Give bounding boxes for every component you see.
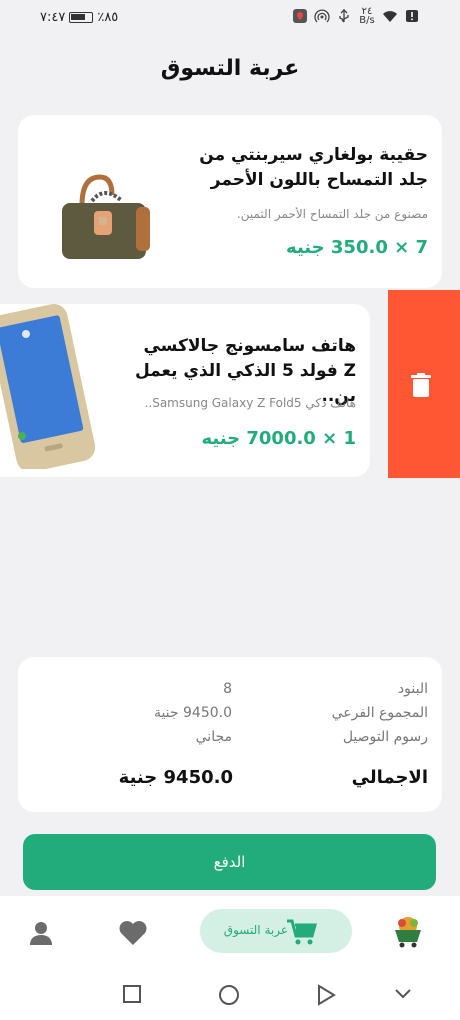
nav-cart-tab[interactable]: عربة التسوق (200, 909, 352, 953)
alert-icon (406, 10, 418, 22)
summary-subtotal-value: 9450.0 جنية (153, 705, 232, 721)
battery-icon (69, 12, 94, 23)
status-bar: ٧:٤٧ ٪٨٥ ٢٤ B/s (0, 0, 460, 36)
summary-subtotal-label: المجموع الفرعي (331, 705, 428, 721)
usb-icon (339, 9, 349, 23)
item-description: مصنوع من جلد التمساح الأحمر الثمين. (236, 207, 428, 221)
profile-icon[interactable] (28, 920, 54, 946)
summary-delivery-value: مجاني (195, 729, 232, 745)
circle-icon[interactable] (218, 984, 240, 1006)
bottom-nav: عربة التسوق (0, 896, 460, 972)
item-price: 7 × 350.0 جنيه (286, 237, 428, 258)
hotspot-icon (314, 9, 330, 23)
cart-item[interactable]: حقيبة بولغاري سيربنتي من جلد التمساح بال… (18, 115, 442, 288)
summary-delivery-label: رسوم التوصيل (342, 729, 428, 745)
summary-total-label: الاجمالي (351, 767, 428, 788)
location-icon (293, 9, 307, 23)
triangle-icon[interactable] (316, 984, 336, 1006)
page-title: عربة التسوق (160, 56, 300, 81)
phone-image (0, 304, 96, 469)
item-name: حقيبة بولغاري سيربنتي من جلد التمساح بال… (199, 145, 428, 190)
nav-cart-label: عربة التسوق (223, 923, 288, 937)
home-logo-icon[interactable] (392, 914, 424, 948)
summary-items-value: 8 (223, 681, 232, 697)
cart-icon (287, 919, 317, 945)
clock: ٧:٤٧ (40, 10, 66, 25)
summary-items-label: البنود (397, 681, 428, 697)
summary-total-value: 9450.0 جنية (118, 767, 233, 788)
chevron-down-icon[interactable] (394, 988, 412, 1000)
favorites-icon[interactable] (118, 920, 148, 946)
status-right: ٢٤ B/s (292, 6, 420, 26)
status-left: ٧:٤٧ ٪٨٥ (40, 10, 118, 25)
trash-icon (411, 373, 431, 397)
order-summary: البنود 8 المجموع الفرعي 9450.0 جنية رسوم… (18, 657, 442, 812)
android-nav-bar (0, 972, 460, 1020)
battery-percent: ٪٨٥ (97, 10, 119, 25)
square-icon[interactable] (122, 984, 142, 1004)
delete-action[interactable] (388, 290, 460, 478)
wifi-icon (383, 11, 397, 22)
item-price: 1 × 7000.0 جنيه (201, 428, 356, 449)
item-description: هاتف ذكي Samsung Galaxy Z Fold5.. (144, 396, 356, 410)
pay-button[interactable]: الدفع (23, 834, 436, 890)
cart-item[interactable]: هاتف سامسونج جالاكسي Z فولد 5 الذكي الذي… (0, 304, 370, 477)
network-rate: ٢٤ B/s (359, 6, 375, 26)
handbag-image (62, 174, 150, 259)
